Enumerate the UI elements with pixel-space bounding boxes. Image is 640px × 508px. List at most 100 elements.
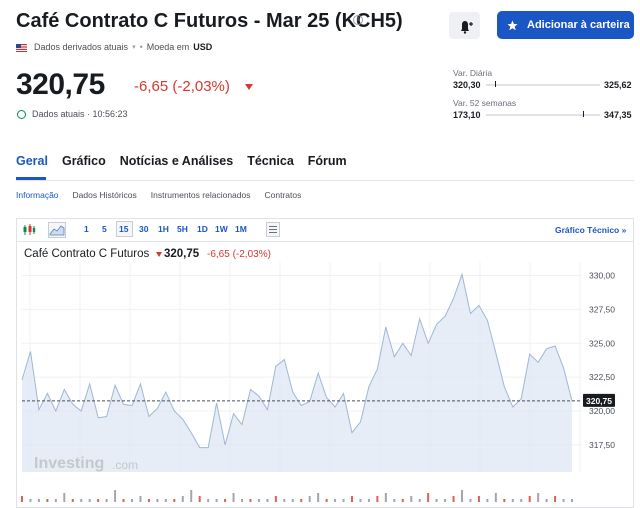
volume-bar xyxy=(308,496,311,502)
chart-legend-price: 320,75 xyxy=(164,248,200,260)
subtab-dados-historicos[interactable]: Dados Históricos xyxy=(73,190,137,200)
interval-1d[interactable]: 1D xyxy=(197,224,208,234)
y-tick-label: 325,00 xyxy=(589,338,615,348)
daily-range-marker xyxy=(495,81,497,87)
volume-bar xyxy=(554,496,557,502)
chart-legend-change: -6,65 (-2,03%) xyxy=(207,249,271,260)
volume-bar xyxy=(37,499,40,502)
volume-bar xyxy=(198,496,201,502)
interval-5[interactable]: 5 xyxy=(102,224,107,234)
main-tabs: Geral Gráfico Notícias e Análises Técnic… xyxy=(16,154,361,168)
volume-bar xyxy=(215,499,218,502)
volume-bar xyxy=(317,493,320,502)
volume-bar xyxy=(486,499,489,502)
volume-bar xyxy=(283,499,286,502)
volume-bar xyxy=(444,499,447,502)
volume-bar xyxy=(266,499,269,502)
down-arrow-icon xyxy=(245,84,253,90)
volume-bar xyxy=(528,496,531,502)
volume-bar xyxy=(181,496,184,502)
volume-bar xyxy=(291,499,294,502)
volume-bar xyxy=(80,499,83,502)
daily-range-bar xyxy=(486,84,600,86)
info-icon[interactable]: i xyxy=(353,15,363,25)
interval-1w[interactable]: 1W xyxy=(215,224,228,234)
interval-5h[interactable]: 5H xyxy=(177,224,188,234)
tab-grafico[interactable]: Gráfico xyxy=(62,154,106,168)
interval-15[interactable]: 15 xyxy=(119,224,128,234)
volume-bar xyxy=(477,496,480,502)
chart-legend-name: Café Contrato C Futuros xyxy=(24,248,150,260)
investing-watermark: Investing xyxy=(34,455,105,472)
us-flag-icon xyxy=(16,44,27,52)
tab-tecnica[interactable]: Técnica xyxy=(247,154,294,168)
exchange-label[interactable]: Dados derivados atuais xyxy=(34,42,128,52)
y-tick-label: 320,00 xyxy=(589,406,615,416)
subtab-informacao[interactable]: Informação xyxy=(16,190,59,200)
volume-bar xyxy=(511,499,514,502)
volume-bar xyxy=(207,499,210,502)
clock-icon xyxy=(17,110,26,119)
week52-range-label: Var. 52 semanas xyxy=(453,98,517,108)
tab-forum[interactable]: Fórum xyxy=(308,154,347,168)
volume-bar xyxy=(503,499,506,502)
currency-value: USD xyxy=(193,42,213,52)
volume-bar xyxy=(571,499,573,502)
volume-bar xyxy=(190,490,193,502)
volume-bar xyxy=(545,499,548,502)
volume-bar xyxy=(139,496,142,502)
volume-bar xyxy=(393,499,396,502)
subtab-instrumentos[interactable]: Instrumentos relacionados xyxy=(151,190,251,200)
volume-bar xyxy=(156,499,159,502)
tab-geral[interactable]: Geral xyxy=(16,154,48,168)
volume-bar xyxy=(469,499,472,502)
interval-1[interactable]: 1 xyxy=(84,224,89,234)
volume-bar xyxy=(21,496,23,502)
price-chart[interactable]: 330,00 327,50 325,00 322,50 320,00 317,50 320,… xyxy=(17,262,633,503)
volume-bar xyxy=(537,493,540,502)
volume-bar xyxy=(173,499,176,502)
volume-bar xyxy=(342,499,345,502)
quote-time: Dados atuais · 10:56:23 xyxy=(32,109,128,119)
volume-bar xyxy=(359,499,362,502)
y-tick-label: 322,50 xyxy=(589,372,615,382)
tab-noticias[interactable]: Notícias e Análises xyxy=(120,154,233,168)
calendar-icon[interactable] xyxy=(266,222,280,237)
volume-bar xyxy=(241,499,243,502)
volume-bar xyxy=(164,499,167,502)
volume-bar xyxy=(325,499,328,502)
candlestick-icon[interactable] xyxy=(22,223,36,237)
volume-bar xyxy=(147,499,150,502)
subtab-contratos[interactable]: Contratos xyxy=(264,190,301,200)
volume-bar xyxy=(54,499,57,502)
bell-plus-icon xyxy=(461,21,473,34)
tabs-divider xyxy=(16,180,634,181)
sub-tabs: Informação Dados Históricos Instrumentos… xyxy=(16,190,315,200)
last-price: 320,75 xyxy=(16,68,105,101)
investing-watermark-suffix: .com xyxy=(112,458,139,472)
technical-chart-link[interactable]: Gráfico Técnico » xyxy=(555,225,626,235)
interval-30[interactable]: 30 xyxy=(139,224,148,234)
volume-bar xyxy=(46,499,49,502)
add-to-portfolio-button[interactable]: Adicionar à carteira xyxy=(497,11,634,39)
volume-bar xyxy=(232,493,235,502)
volume-bar xyxy=(105,499,108,502)
volume-bar xyxy=(494,493,497,502)
alert-button[interactable] xyxy=(449,12,480,39)
volume-bar xyxy=(131,499,133,502)
currency-label: Moeda em xyxy=(146,42,190,52)
week52-range-low: 173,10 xyxy=(453,110,481,120)
meta-separator: • xyxy=(139,42,143,52)
volume-bar xyxy=(300,499,303,502)
volume-bar xyxy=(63,493,66,502)
volume-bar xyxy=(122,499,125,502)
volume-bar xyxy=(97,499,100,502)
area-chart-icon[interactable] xyxy=(48,222,66,238)
volume-bar xyxy=(427,493,430,502)
star-icon xyxy=(507,20,518,30)
volume-bar xyxy=(410,496,413,502)
legend-down-icon xyxy=(156,252,162,257)
interval-1h[interactable]: 1H xyxy=(158,224,169,234)
interval-1m[interactable]: 1M xyxy=(235,224,247,234)
page-title: Café Contrato C Futuros - Mar 25 (KCH5) xyxy=(16,10,403,32)
